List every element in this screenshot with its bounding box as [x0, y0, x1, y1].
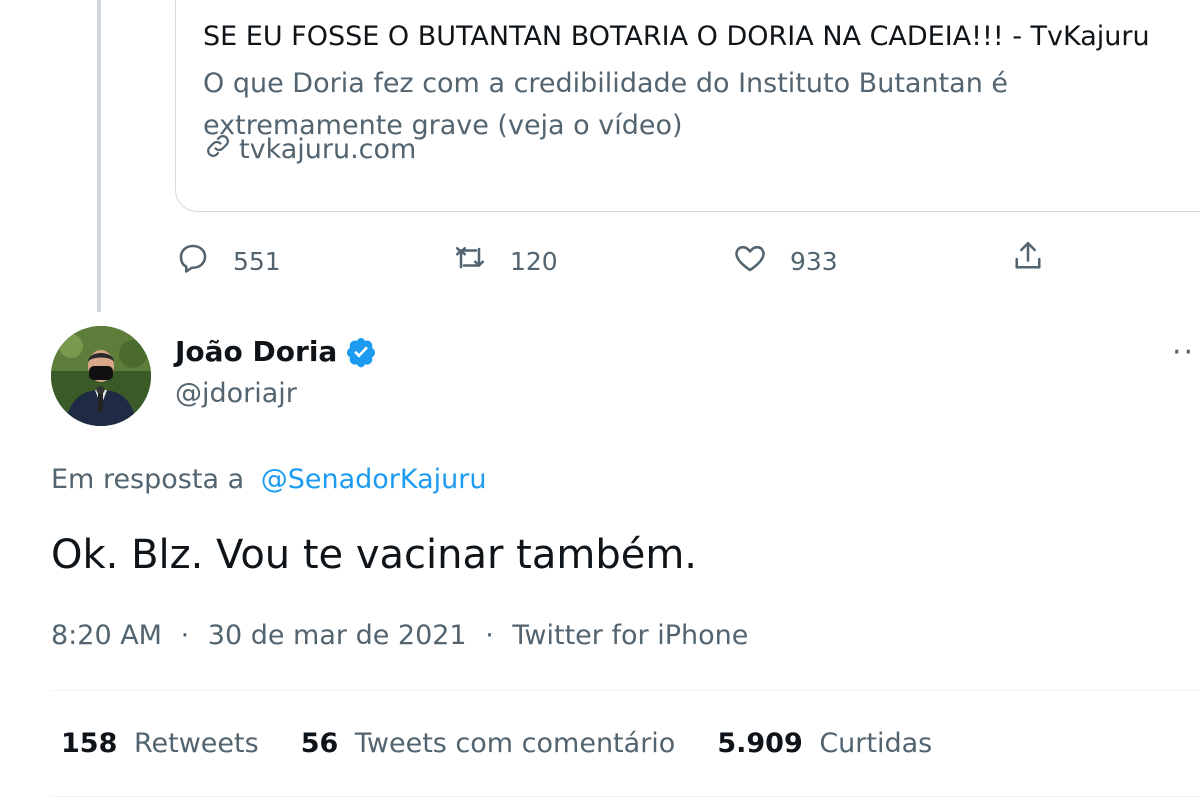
meta-separator: ·	[485, 620, 494, 651]
link-icon	[203, 131, 233, 168]
reply-icon	[175, 240, 211, 282]
heart-icon	[732, 240, 768, 282]
engagement-stats: 158 Retweets 56 Tweets com comentário 5.…	[61, 728, 932, 759]
more-dots-icon: ··	[1172, 335, 1196, 370]
like-button[interactable]: 933	[732, 240, 838, 282]
tweet-source[interactable]: Twitter for iPhone	[512, 620, 748, 651]
author-avatar[interactable]	[51, 326, 151, 426]
link-card-title: SE EU FOSSE O BUTANTAN BOTARIA O DORIA N…	[203, 21, 1150, 52]
more-options-button[interactable]: ··	[1172, 335, 1195, 370]
reply-button[interactable]: 551	[175, 240, 281, 282]
tweet-date[interactable]: 30 de mar de 2021	[208, 620, 467, 651]
author-name-row[interactable]: João Doria	[175, 335, 377, 368]
retweet-button[interactable]: 120	[452, 240, 558, 282]
like-count: 933	[790, 246, 838, 276]
link-preview-card[interactable]: SE EU FOSSE O BUTANTAN BOTARIA O DORIA N…	[175, 0, 1200, 212]
tweet-time[interactable]: 8:20 AM	[51, 620, 162, 651]
retweets-stat[interactable]: 158 Retweets	[61, 728, 259, 759]
author-name: João Doria	[175, 335, 338, 368]
verified-badge-icon	[345, 336, 377, 368]
reply-context-prefix: Em resposta a	[51, 464, 245, 495]
link-card-domain: tvkajuru.com	[239, 134, 417, 165]
retweet-count: 120	[510, 246, 558, 276]
likes-label: Curtidas	[819, 728, 933, 759]
divider	[51, 796, 1200, 797]
reply-context: Em resposta a @SenadorKajuru	[51, 464, 487, 495]
quote-tweets-count: 56	[300, 728, 339, 759]
tweet-action-bar: 551 120 933	[0, 236, 1200, 286]
retweets-label: Retweets	[133, 728, 259, 759]
share-icon	[1010, 238, 1046, 280]
likes-stat[interactable]: 5.909 Curtidas	[717, 728, 932, 759]
likes-count: 5.909	[717, 728, 803, 759]
retweet-icon	[452, 240, 488, 282]
reply-mention-link[interactable]: @SenadorKajuru	[261, 464, 487, 495]
link-card-domain-row: tvkajuru.com	[203, 131, 416, 168]
tweet-detail-page: SE EU FOSSE O BUTANTAN BOTARIA O DORIA N…	[0, 0, 1200, 800]
quote-tweets-label: Tweets com comentário	[354, 728, 676, 759]
meta-separator: ·	[180, 620, 190, 651]
retweets-count: 158	[61, 728, 118, 759]
tweet-metadata: 8:20 AM · 30 de mar de 2021 · Twitter fo…	[51, 620, 748, 651]
author-handle[interactable]: @jdoriajr	[175, 378, 297, 409]
share-button[interactable]	[1010, 238, 1046, 280]
quote-tweets-stat[interactable]: 56 Tweets com comentário	[301, 728, 676, 759]
reply-count: 551	[233, 246, 281, 276]
divider	[51, 690, 1200, 691]
tweet-text: Ok. Blz. Vou te vacinar também.	[51, 532, 698, 578]
avatar-image	[51, 326, 151, 426]
